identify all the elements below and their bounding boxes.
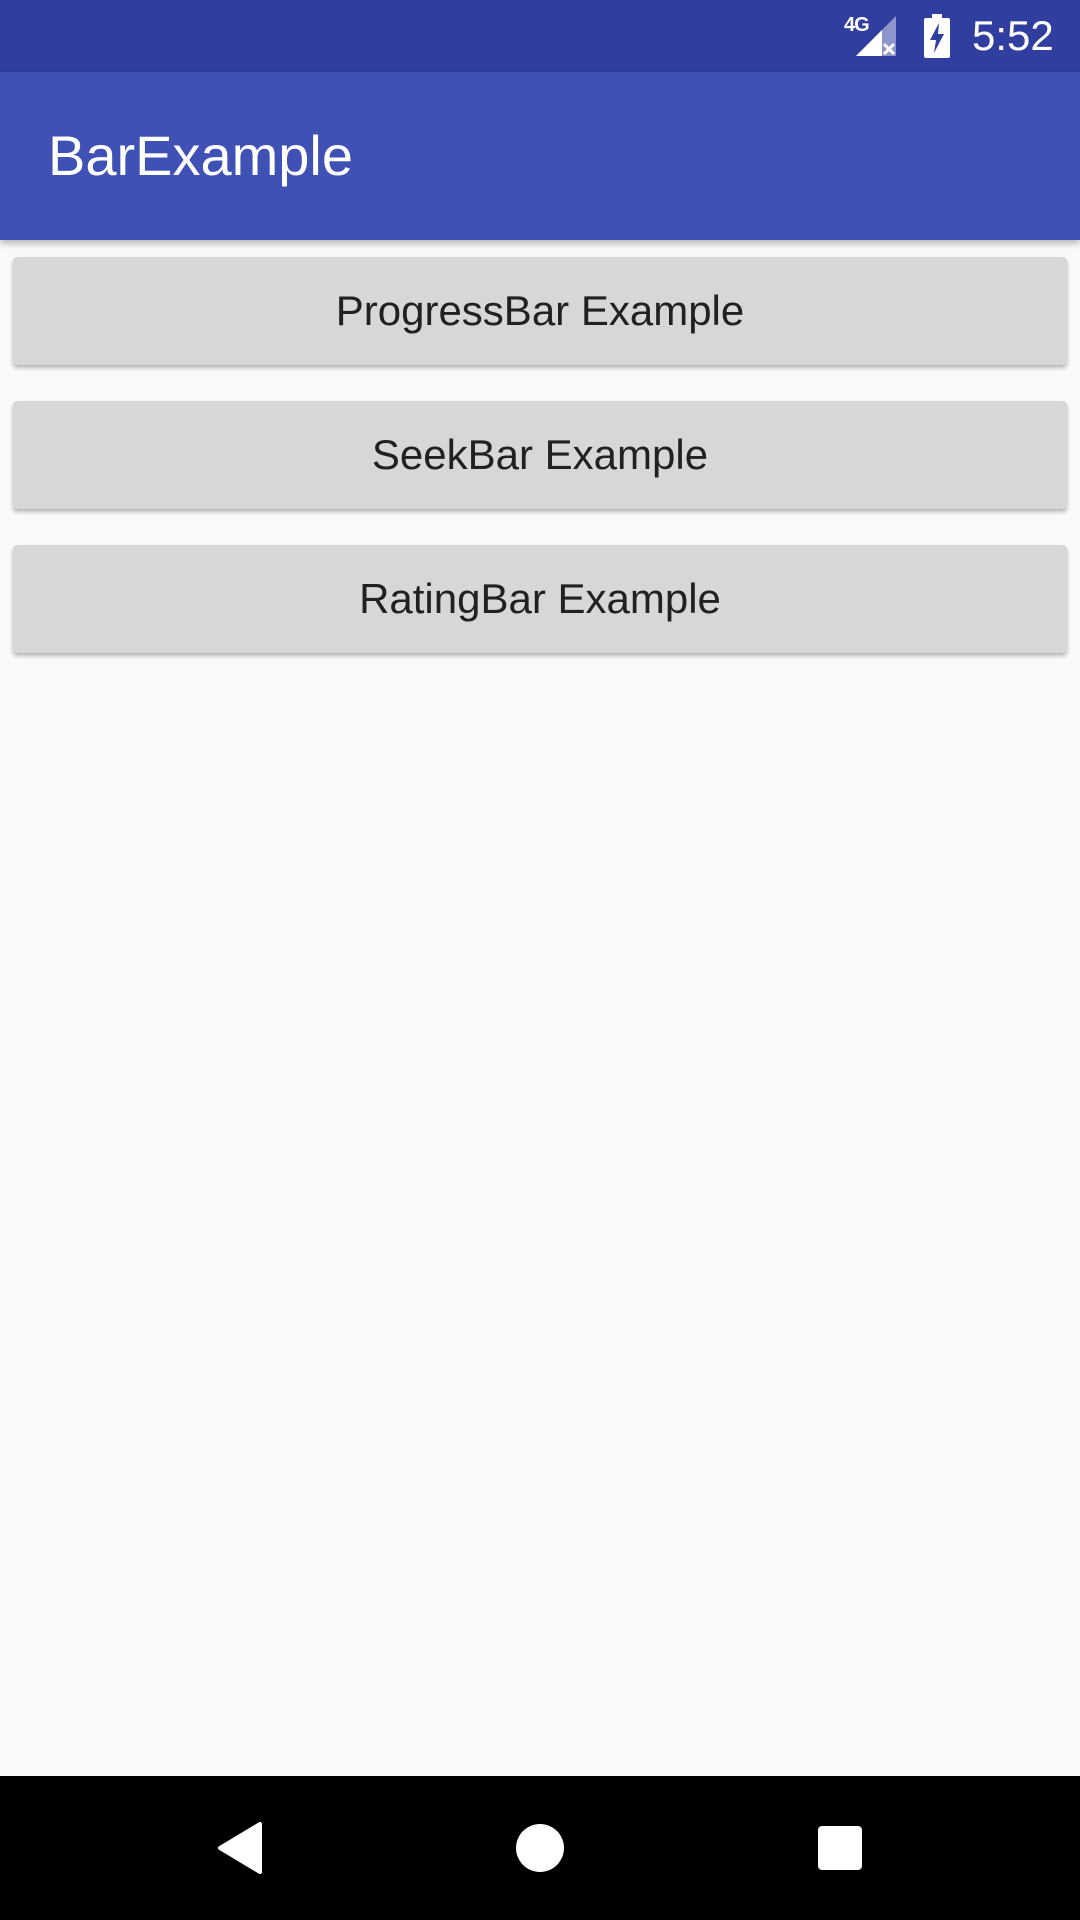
app-bar: BarExample [0,72,1080,240]
battery-charging-icon [924,14,950,58]
clock: 5:52 [972,12,1054,59]
progressbar-example-button[interactable]: ProgressBar Example [13,257,1067,365]
status-bar: 4G 5:52 [0,0,1080,72]
app-title: BarExample [48,124,354,187]
main-content: ProgressBar Example SeekBar Example Rati… [0,240,1080,1776]
home-button[interactable] [504,1812,576,1884]
home-icon [516,1824,564,1872]
back-icon [218,1822,262,1874]
signal-icon [856,16,896,56]
seekbar-example-button[interactable]: SeekBar Example [13,401,1067,509]
back-button[interactable] [204,1812,276,1884]
ratingbar-example-button[interactable]: RatingBar Example [13,545,1067,653]
recents-icon [818,1826,862,1870]
navigation-bar [0,1776,1080,1920]
recents-button[interactable] [804,1812,876,1884]
